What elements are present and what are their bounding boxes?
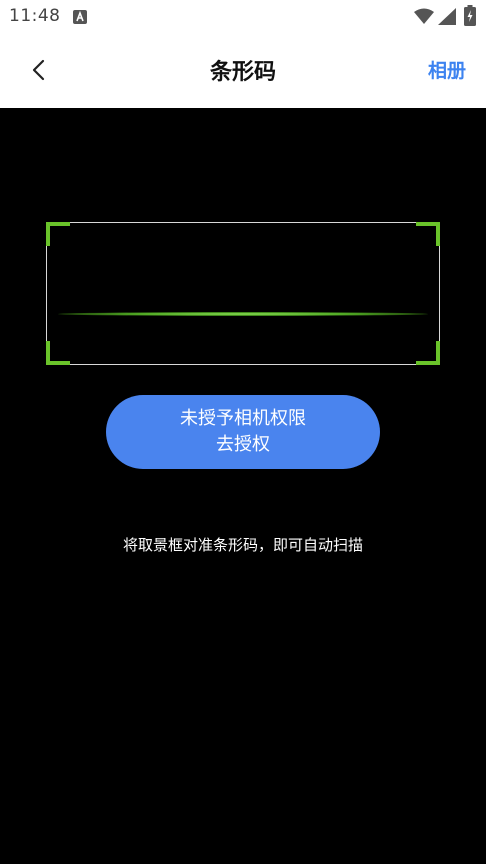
- scan-line: [58, 312, 428, 316]
- status-time: 11:48: [9, 6, 61, 26]
- navigation-bar: 条形码 相册: [0, 34, 486, 108]
- status-bar: 11:48: [0, 0, 486, 34]
- album-button[interactable]: 相册: [428, 56, 466, 83]
- permission-status-text: 未授予相机权限: [180, 408, 306, 429]
- top-bar: 11:48 条形码 相册: [0, 0, 486, 108]
- battery-charging-icon: [464, 5, 476, 26]
- scan-corner-bottom-right: [416, 341, 440, 365]
- scan-frame: [46, 222, 440, 365]
- scan-corner-top-right: [416, 222, 440, 246]
- wifi-icon: [414, 8, 434, 24]
- scan-frame-border: [46, 222, 440, 365]
- scan-hint: 将取景框对准条形码，即可自动扫描: [122, 536, 363, 554]
- grant-camera-permission-button[interactable]: 未授予相机权限 去授权: [106, 395, 380, 469]
- signal-icon: [438, 8, 456, 25]
- scan-corner-top-left: [46, 222, 70, 246]
- a-notification-icon: [73, 10, 87, 24]
- scan-corner-bottom-left: [46, 341, 70, 365]
- permission-action-text: 去授权: [216, 434, 270, 455]
- page-title: 条形码: [209, 60, 276, 85]
